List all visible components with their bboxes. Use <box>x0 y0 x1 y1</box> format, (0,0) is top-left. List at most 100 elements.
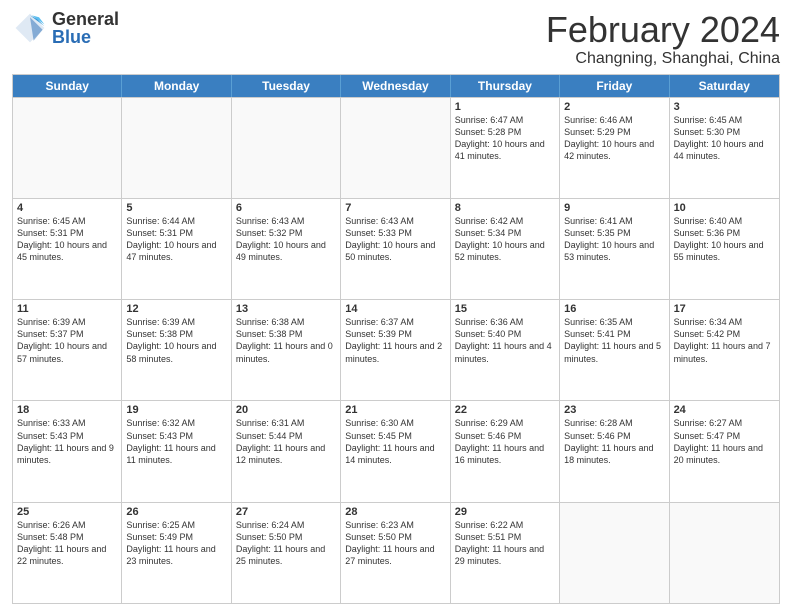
calendar-body: 1Sunrise: 6:47 AMSunset: 5:28 PMDaylight… <box>13 97 779 603</box>
cell-content: Sunrise: 6:40 AMSunset: 5:36 PMDaylight:… <box>674 215 775 264</box>
day-number: 5 <box>126 202 226 214</box>
day-number: 22 <box>455 404 555 416</box>
day-number: 17 <box>674 303 775 315</box>
cell-content: Sunrise: 6:47 AMSunset: 5:28 PMDaylight:… <box>455 114 555 163</box>
day-cell-19: 19Sunrise: 6:32 AMSunset: 5:43 PMDayligh… <box>122 401 231 501</box>
month-year-title: February 2024 <box>546 10 780 50</box>
cell-content: Sunrise: 6:25 AMSunset: 5:49 PMDaylight:… <box>126 519 226 568</box>
cell-content: Sunrise: 6:41 AMSunset: 5:35 PMDaylight:… <box>564 215 664 264</box>
day-of-week-thursday: Thursday <box>451 75 560 97</box>
empty-cell <box>232 98 341 198</box>
cell-content: Sunrise: 6:36 AMSunset: 5:40 PMDaylight:… <box>455 316 555 365</box>
empty-cell <box>341 98 450 198</box>
location-text: Changning, Shanghai, China <box>546 50 780 68</box>
cell-content: Sunrise: 6:31 AMSunset: 5:44 PMDaylight:… <box>236 417 336 466</box>
day-cell-6: 6Sunrise: 6:43 AMSunset: 5:32 PMDaylight… <box>232 199 341 299</box>
day-cell-28: 28Sunrise: 6:23 AMSunset: 5:50 PMDayligh… <box>341 503 450 603</box>
day-cell-23: 23Sunrise: 6:28 AMSunset: 5:46 PMDayligh… <box>560 401 669 501</box>
cell-content: Sunrise: 6:30 AMSunset: 5:45 PMDaylight:… <box>345 417 445 466</box>
day-cell-21: 21Sunrise: 6:30 AMSunset: 5:45 PMDayligh… <box>341 401 450 501</box>
day-number: 11 <box>17 303 117 315</box>
cell-content: Sunrise: 6:38 AMSunset: 5:38 PMDaylight:… <box>236 316 336 365</box>
day-cell-8: 8Sunrise: 6:42 AMSunset: 5:34 PMDaylight… <box>451 199 560 299</box>
cell-content: Sunrise: 6:26 AMSunset: 5:48 PMDaylight:… <box>17 519 117 568</box>
day-number: 19 <box>126 404 226 416</box>
day-cell-13: 13Sunrise: 6:38 AMSunset: 5:38 PMDayligh… <box>232 300 341 400</box>
day-cell-14: 14Sunrise: 6:37 AMSunset: 5:39 PMDayligh… <box>341 300 450 400</box>
day-cell-27: 27Sunrise: 6:24 AMSunset: 5:50 PMDayligh… <box>232 503 341 603</box>
empty-cell <box>13 98 122 198</box>
day-number: 9 <box>564 202 664 214</box>
day-number: 26 <box>126 506 226 518</box>
empty-cell <box>122 98 231 198</box>
cell-content: Sunrise: 6:27 AMSunset: 5:47 PMDaylight:… <box>674 417 775 466</box>
page: General Blue February 2024 Changning, Sh… <box>0 0 792 612</box>
day-number: 28 <box>345 506 445 518</box>
day-number: 25 <box>17 506 117 518</box>
cell-content: Sunrise: 6:22 AMSunset: 5:51 PMDaylight:… <box>455 519 555 568</box>
cell-content: Sunrise: 6:23 AMSunset: 5:50 PMDaylight:… <box>345 519 445 568</box>
empty-cell <box>670 503 779 603</box>
calendar-week-3: 11Sunrise: 6:39 AMSunset: 5:37 PMDayligh… <box>13 299 779 400</box>
day-cell-11: 11Sunrise: 6:39 AMSunset: 5:37 PMDayligh… <box>13 300 122 400</box>
cell-content: Sunrise: 6:28 AMSunset: 5:46 PMDaylight:… <box>564 417 664 466</box>
logo: General Blue <box>12 10 119 46</box>
cell-content: Sunrise: 6:29 AMSunset: 5:46 PMDaylight:… <box>455 417 555 466</box>
header: General Blue February 2024 Changning, Sh… <box>12 10 780 68</box>
logo-icon <box>12 10 48 46</box>
day-number: 24 <box>674 404 775 416</box>
day-number: 13 <box>236 303 336 315</box>
day-number: 16 <box>564 303 664 315</box>
calendar: SundayMondayTuesdayWednesdayThursdayFrid… <box>12 74 780 604</box>
day-cell-12: 12Sunrise: 6:39 AMSunset: 5:38 PMDayligh… <box>122 300 231 400</box>
day-cell-17: 17Sunrise: 6:34 AMSunset: 5:42 PMDayligh… <box>670 300 779 400</box>
day-number: 8 <box>455 202 555 214</box>
cell-content: Sunrise: 6:45 AMSunset: 5:31 PMDaylight:… <box>17 215 117 264</box>
cell-content: Sunrise: 6:35 AMSunset: 5:41 PMDaylight:… <box>564 316 664 365</box>
day-number: 10 <box>674 202 775 214</box>
calendar-header: SundayMondayTuesdayWednesdayThursdayFrid… <box>13 75 779 97</box>
cell-content: Sunrise: 6:32 AMSunset: 5:43 PMDaylight:… <box>126 417 226 466</box>
day-number: 2 <box>564 101 664 113</box>
day-of-week-sunday: Sunday <box>13 75 122 97</box>
cell-content: Sunrise: 6:43 AMSunset: 5:32 PMDaylight:… <box>236 215 336 264</box>
day-cell-24: 24Sunrise: 6:27 AMSunset: 5:47 PMDayligh… <box>670 401 779 501</box>
calendar-week-4: 18Sunrise: 6:33 AMSunset: 5:43 PMDayligh… <box>13 400 779 501</box>
day-cell-26: 26Sunrise: 6:25 AMSunset: 5:49 PMDayligh… <box>122 503 231 603</box>
calendar-week-1: 1Sunrise: 6:47 AMSunset: 5:28 PMDaylight… <box>13 97 779 198</box>
cell-content: Sunrise: 6:39 AMSunset: 5:38 PMDaylight:… <box>126 316 226 365</box>
day-number: 23 <box>564 404 664 416</box>
empty-cell <box>560 503 669 603</box>
day-number: 14 <box>345 303 445 315</box>
day-number: 18 <box>17 404 117 416</box>
cell-content: Sunrise: 6:33 AMSunset: 5:43 PMDaylight:… <box>17 417 117 466</box>
day-number: 29 <box>455 506 555 518</box>
day-cell-3: 3Sunrise: 6:45 AMSunset: 5:30 PMDaylight… <box>670 98 779 198</box>
cell-content: Sunrise: 6:39 AMSunset: 5:37 PMDaylight:… <box>17 316 117 365</box>
title-area: February 2024 Changning, Shanghai, China <box>546 10 780 68</box>
day-of-week-monday: Monday <box>122 75 231 97</box>
cell-content: Sunrise: 6:46 AMSunset: 5:29 PMDaylight:… <box>564 114 664 163</box>
day-cell-5: 5Sunrise: 6:44 AMSunset: 5:31 PMDaylight… <box>122 199 231 299</box>
cell-content: Sunrise: 6:34 AMSunset: 5:42 PMDaylight:… <box>674 316 775 365</box>
cell-content: Sunrise: 6:45 AMSunset: 5:30 PMDaylight:… <box>674 114 775 163</box>
day-number: 12 <box>126 303 226 315</box>
day-cell-20: 20Sunrise: 6:31 AMSunset: 5:44 PMDayligh… <box>232 401 341 501</box>
cell-content: Sunrise: 6:43 AMSunset: 5:33 PMDaylight:… <box>345 215 445 264</box>
day-number: 7 <box>345 202 445 214</box>
day-number: 1 <box>455 101 555 113</box>
logo-text: General Blue <box>52 10 119 46</box>
day-number: 6 <box>236 202 336 214</box>
logo-blue-text: Blue <box>52 28 119 46</box>
day-cell-22: 22Sunrise: 6:29 AMSunset: 5:46 PMDayligh… <box>451 401 560 501</box>
day-cell-9: 9Sunrise: 6:41 AMSunset: 5:35 PMDaylight… <box>560 199 669 299</box>
day-number: 15 <box>455 303 555 315</box>
cell-content: Sunrise: 6:42 AMSunset: 5:34 PMDaylight:… <box>455 215 555 264</box>
day-cell-15: 15Sunrise: 6:36 AMSunset: 5:40 PMDayligh… <box>451 300 560 400</box>
day-cell-7: 7Sunrise: 6:43 AMSunset: 5:33 PMDaylight… <box>341 199 450 299</box>
cell-content: Sunrise: 6:37 AMSunset: 5:39 PMDaylight:… <box>345 316 445 365</box>
day-cell-18: 18Sunrise: 6:33 AMSunset: 5:43 PMDayligh… <box>13 401 122 501</box>
day-cell-16: 16Sunrise: 6:35 AMSunset: 5:41 PMDayligh… <box>560 300 669 400</box>
day-number: 3 <box>674 101 775 113</box>
day-cell-4: 4Sunrise: 6:45 AMSunset: 5:31 PMDaylight… <box>13 199 122 299</box>
